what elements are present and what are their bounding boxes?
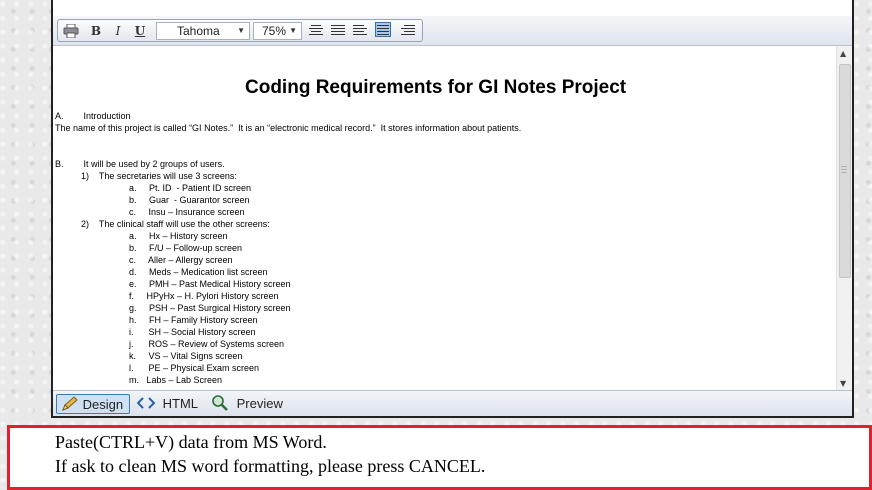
align-full-button[interactable] (375, 22, 391, 37)
list-item: b. F/U – Follow-up screen (129, 243, 243, 253)
editor-mode-bar: Design HTML Preview (53, 390, 852, 416)
list-item: j. ROS – Review of Systems screen (129, 339, 285, 349)
pencil-icon (62, 396, 78, 411)
printer-icon (63, 23, 79, 39)
instruction-line: Paste(CTRL+V) data from MS Word. (55, 432, 327, 452)
paragraph: The name of this project is called “GI N… (55, 123, 522, 133)
list-item: d. Meds – Medication list screen (129, 267, 268, 277)
list-item: h. FH – Family History screen (129, 315, 258, 325)
align-left-button[interactable] (352, 23, 368, 38)
zoom-value: 75% (262, 24, 287, 38)
list-item: c. Aller – Allergy screen (129, 255, 233, 265)
tab-preview-label: Preview (236, 396, 283, 411)
underline-button[interactable]: U (130, 22, 150, 40)
section-heading: A. Introduction (55, 111, 131, 121)
toolbar-group: B I U Tahoma ▼ 75% ▼ (57, 19, 423, 42)
print-button[interactable] (61, 22, 81, 40)
font-family-value: Tahoma (177, 24, 220, 38)
list-item: a. Hx – History screen (129, 231, 228, 241)
italic-button[interactable]: I (108, 22, 128, 40)
tab-preview[interactable]: Preview (211, 394, 291, 414)
tab-design[interactable]: Design (56, 394, 130, 414)
editor-toolbar: B I U Tahoma ▼ 75% ▼ (53, 16, 852, 46)
list-item: 2) The clinical staff will use the other… (81, 219, 270, 229)
align-center-button[interactable] (308, 23, 324, 38)
section-heading: B. It will be used by 2 groups of users. (55, 159, 225, 169)
align-justify-button[interactable] (330, 23, 346, 38)
list-item: c. Insu – Insurance screen (129, 207, 245, 217)
list-item: g. PSH – Past Surgical History screen (129, 303, 291, 313)
list-item: i. SH – Social History screen (129, 327, 256, 337)
code-brackets-icon (136, 397, 156, 409)
scroll-down-arrow-icon[interactable]: ▼ (840, 379, 846, 388)
tab-html[interactable]: HTML (136, 394, 203, 414)
vertical-scrollbar[interactable]: ▲ — — — ▼ (836, 46, 852, 390)
tab-design-label: Design (82, 397, 124, 412)
bold-button[interactable]: B (86, 22, 106, 40)
font-family-select[interactable]: Tahoma ▼ (156, 22, 250, 40)
grip-icon: — — — (841, 163, 847, 176)
document-content[interactable]: Coding Requirements for GI Notes Project… (55, 46, 837, 390)
list-item: 1) The secretaries will use 3 screens: (81, 171, 237, 181)
instruction-line: If ask to clean MS word formatting, plea… (55, 456, 486, 476)
tab-html-label: HTML (162, 396, 199, 411)
list-item: e. PMH – Past Medical History screen (129, 279, 291, 289)
list-item: f. HPyHx – H. Pylori History screen (129, 291, 279, 301)
zoom-select[interactable]: 75% ▼ (253, 22, 302, 40)
align-right-button[interactable] (400, 23, 416, 38)
list-item: k. VS – Vital Signs screen (129, 351, 243, 361)
magnifier-icon (212, 395, 228, 411)
list-item: l. PE – Physical Exam screen (129, 363, 260, 373)
list-item: a. Pt. ID - Patient ID screen (129, 183, 252, 193)
list-item: m. Labs – Lab Screen (129, 375, 223, 385)
chevron-down-icon: ▼ (237, 26, 245, 35)
list-item: b. Guar - Guarantor screen (129, 195, 250, 205)
chevron-down-icon: ▼ (289, 26, 297, 35)
rich-text-editor: B I U Tahoma ▼ 75% ▼ Coding Requirements… (51, 0, 854, 418)
instructions-box: Paste(CTRL+V) data from MS Word. If ask … (7, 425, 872, 490)
scroll-up-arrow-icon[interactable]: ▲ (840, 49, 846, 58)
document-title: Coding Requirements for GI Notes Project (245, 77, 627, 98)
